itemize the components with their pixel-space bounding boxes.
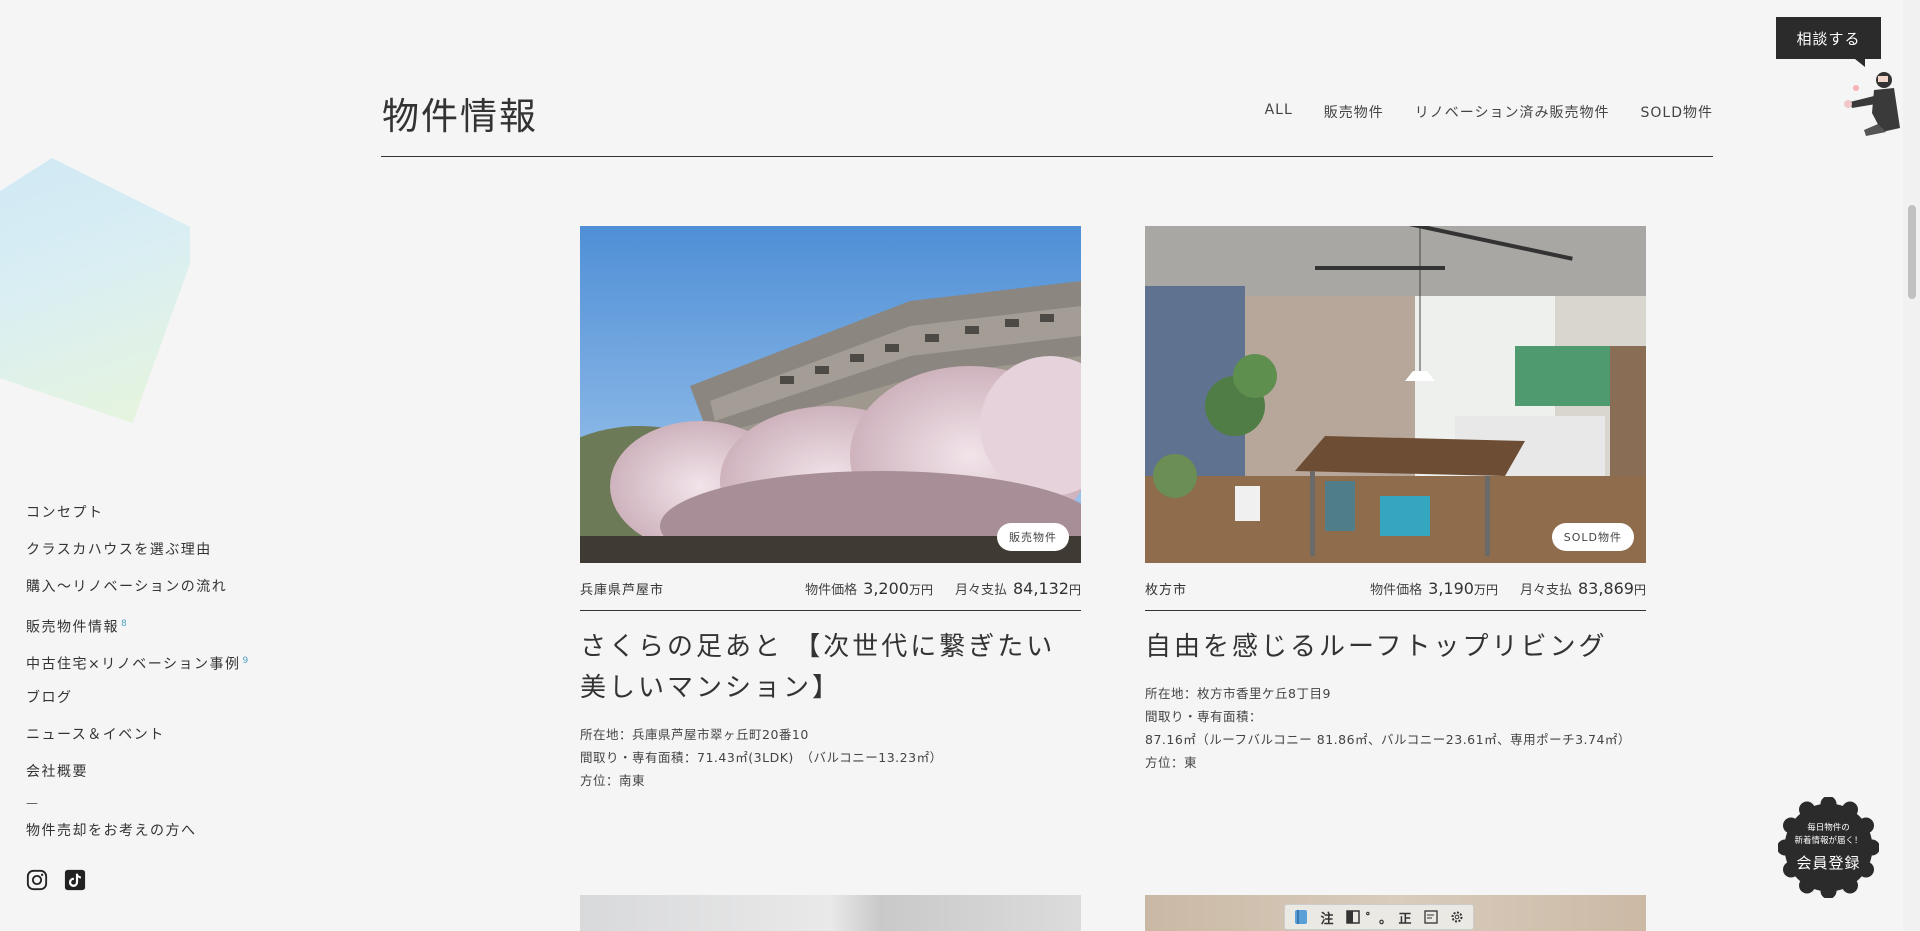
text-box-icon[interactable] [1419, 906, 1443, 928]
monthly-value: 83,869円 [1578, 579, 1646, 598]
sidebar-divider: — [26, 796, 38, 810]
decorative-hexagon [0, 158, 190, 423]
sidebar-item-sell[interactable]: 物件売却をお考えの方へ [26, 818, 286, 855]
monthly-label: 月々支払 [954, 583, 1007, 598]
speech-tail [1855, 59, 1865, 67]
sidebar-item-reasons[interactable]: クラスカハウスを選ぶ理由 [26, 537, 286, 574]
status-badge: SOLD物件 [1551, 523, 1634, 551]
price-value: 3,190万円 [1428, 579, 1498, 598]
property-title[interactable]: 自由を感じるルーフトップリビング [1145, 627, 1646, 668]
property-image[interactable]: SOLD物件 [1145, 226, 1646, 563]
price-value: 3,200万円 [863, 579, 933, 598]
sidebar-item-company[interactable]: 会社概要 [26, 759, 286, 796]
status-badge: 販売物件 [997, 523, 1069, 551]
monthly-value: 84,132円 [1013, 579, 1081, 598]
property-layout: 間取り・専有面積：71.43㎡(3LDK) （バルコニー13.23㎡） [580, 750, 943, 765]
instagram-icon[interactable] [26, 869, 48, 891]
cherry-blossom-building-image [580, 226, 1081, 563]
page-title: 物件情報 [382, 95, 538, 138]
monthly-label: 月々支払 [1519, 583, 1572, 598]
property-area: 枚方市 [1145, 583, 1188, 598]
book-icon[interactable] [1289, 906, 1313, 928]
sidebar-item-cases[interactable]: 中古住宅×リノベーション事例 9 [26, 648, 286, 685]
sidebar-item-news[interactable]: ニュース＆イベント [26, 722, 286, 759]
sidebar-item-blog[interactable]: ブログ [26, 685, 286, 722]
person-illustration-icon [1844, 72, 1900, 136]
property-image[interactable]: 販売物件 [580, 226, 1081, 563]
property-area: 兵庫県芦屋市 [580, 583, 665, 598]
filter-tabs: ALL 販売物件 リノベーション済み販売物件 SOLD物件 [1265, 102, 1713, 122]
property-layout-label: 間取り・専有面積： [1145, 709, 1263, 724]
scrollbar-thumb[interactable] [1908, 205, 1916, 299]
property-meta: 枚方市 物件価格 3,190万円 月々支払 83,869円 [1145, 579, 1646, 611]
sidebar-item-flow[interactable]: 購入～リノベーションの流れ [26, 574, 286, 611]
tiktok-icon[interactable] [64, 869, 86, 891]
property-address: 所在地：枚方市香里ケ丘8丁目9 [1145, 686, 1331, 701]
price-label: 物件価格 [1370, 583, 1423, 598]
property-card: 販売物件 兵庫県芦屋市 物件価格 3,200万円 月々支払 84,132円 さく… [580, 226, 1081, 792]
register-label: 会員登録 [1796, 854, 1861, 872]
property-image[interactable] [580, 895, 1081, 931]
property-price: 物件価格 3,190万円 月々支払 83,869円 [1370, 579, 1646, 598]
register-subtext-2: 新着情報が届く！ [1794, 836, 1863, 846]
register-text: 毎日物件の 新着情報が届く！ 会員登録 [1778, 797, 1879, 898]
sidebar-nav: コンセプト クラスカハウスを選ぶ理由 購入～リノベーションの流れ 販売物件情報 8… [26, 500, 286, 891]
consult-button[interactable]: 相談する [1776, 17, 1881, 59]
punctuation-button[interactable]: ゜。 [1366, 906, 1392, 928]
register-subtext-1: 毎日物件の [1807, 823, 1850, 833]
sidebar-item-properties[interactable]: 販売物件情報 8 [26, 611, 286, 648]
property-direction: 方位：東 [1145, 755, 1198, 770]
property-price: 物件価格 3,200万円 月々支払 84,132円 [805, 579, 1081, 598]
price-label: 物件価格 [805, 583, 858, 598]
living-room-image [1145, 226, 1646, 563]
member-register-button[interactable]: 毎日物件の 新着情報が届く！ 会員登録 [1777, 796, 1880, 899]
panel-icon[interactable] [1341, 906, 1365, 928]
property-card: SOLD物件 枚方市 物件価格 3,190万円 月々支払 83,869円 自由を… [1145, 226, 1646, 774]
tab-renovated-for-sale[interactable]: リノベーション済み販売物件 [1415, 102, 1610, 122]
property-address: 所在地：兵庫県芦屋市翠ヶ丘町20番10 [580, 727, 809, 742]
gear-icon[interactable] [1445, 906, 1469, 928]
property-layout: 87.16㎡（ルーフバルコニー 81.86㎡、バルコニー23.61㎡、専用ポーチ… [1145, 732, 1631, 747]
scrollbar[interactable] [1903, 0, 1920, 931]
property-title[interactable]: さくらの足あと 【次世代に繋ぎたい美しいマンション】 [580, 627, 1081, 709]
property-direction: 方位：南東 [580, 773, 646, 788]
floating-toolbar: 注 ゜。 正 [1284, 904, 1474, 930]
header-divider [381, 156, 1713, 157]
note-button[interactable]: 注 [1315, 906, 1339, 928]
social-links [26, 869, 286, 891]
count-badge: 9 [242, 656, 250, 666]
tab-sold[interactable]: SOLD物件 [1641, 102, 1714, 122]
property-meta: 兵庫県芦屋市 物件価格 3,200万円 月々支払 84,132円 [580, 579, 1081, 611]
tab-for-sale[interactable]: 販売物件 [1324, 102, 1384, 122]
count-badge: 8 [121, 619, 129, 629]
tab-all[interactable]: ALL [1265, 102, 1293, 122]
property-details: 所在地：枚方市香里ケ丘8丁目9 間取り・専有面積： 87.16㎡（ルーフバルコニ… [1145, 682, 1646, 774]
property-details: 所在地：兵庫県芦屋市翠ヶ丘町20番10 間取り・専有面積：71.43㎡(3LDK… [580, 723, 1081, 792]
sidebar-item-concept[interactable]: コンセプト [26, 500, 286, 537]
correct-button[interactable]: 正 [1393, 906, 1417, 928]
